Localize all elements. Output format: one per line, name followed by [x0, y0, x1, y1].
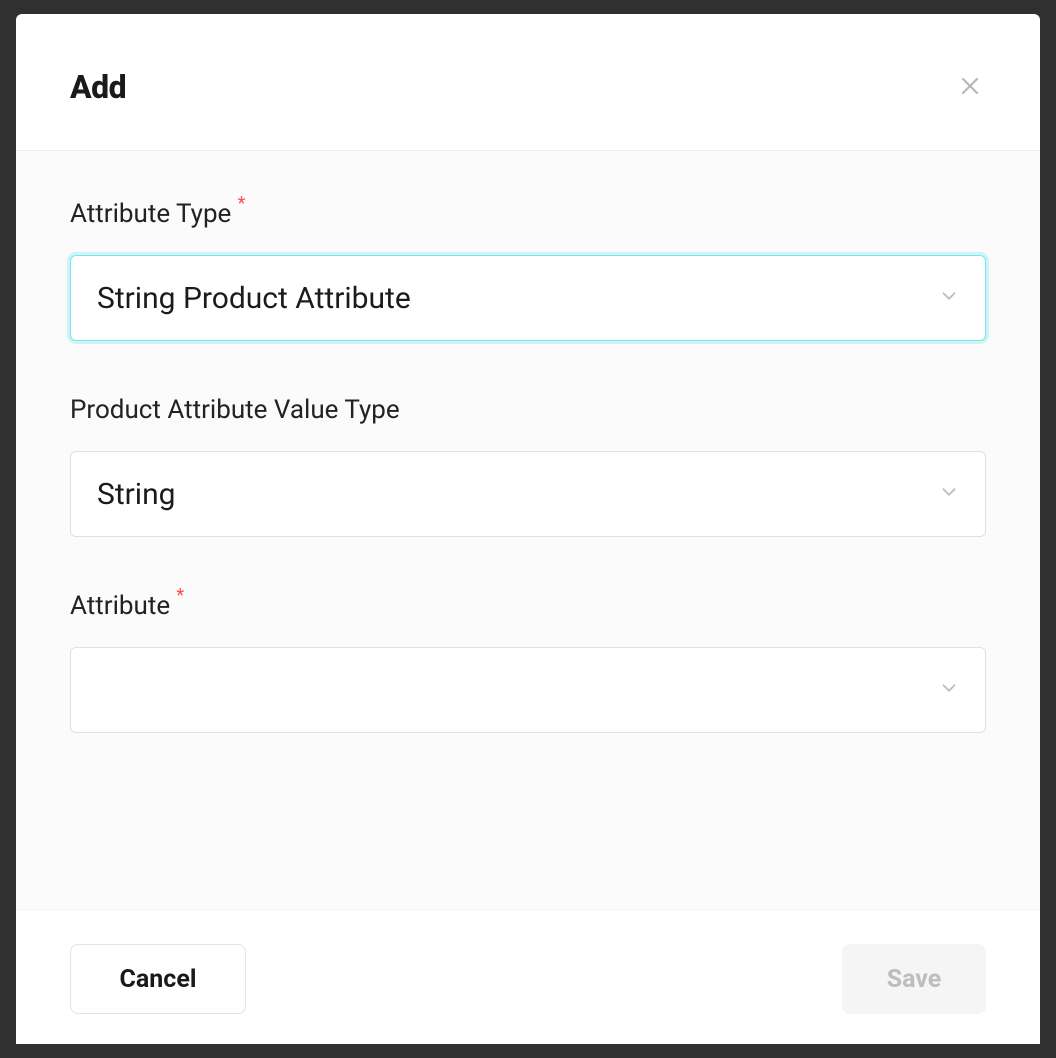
attribute-type-select-wrapper: String Product Attribute [70, 255, 986, 341]
modal-header: Add [16, 14, 1040, 151]
attribute-type-group: Attribute Type * String Product Attribut… [70, 199, 986, 341]
save-button[interactable]: Save [842, 944, 986, 1014]
attribute-type-label-text: Attribute Type [70, 199, 231, 229]
attribute-label: Attribute * [70, 591, 170, 621]
value-type-select-wrapper: String [70, 451, 986, 537]
value-type-label: Product Attribute Value Type [70, 395, 400, 425]
add-modal: Add Attribute Type * String Product Attr… [16, 14, 1040, 1044]
attribute-type-value: String Product Attribute [97, 281, 411, 316]
attribute-select-wrapper [70, 647, 986, 733]
attribute-type-label: Attribute Type * [70, 199, 231, 229]
required-asterisk: * [176, 585, 184, 606]
cancel-button[interactable]: Cancel [70, 944, 246, 1014]
attribute-group: Attribute * [70, 591, 986, 733]
attribute-label-text: Attribute [70, 591, 170, 621]
close-button[interactable] [954, 70, 986, 105]
modal-title: Add [70, 68, 126, 106]
attribute-type-select[interactable]: String Product Attribute [70, 255, 986, 341]
modal-footer: Cancel Save [16, 909, 1040, 1044]
value-type-select[interactable]: String [70, 451, 986, 537]
required-asterisk: * [238, 193, 246, 214]
value-type-value: String [97, 477, 176, 512]
modal-body: Attribute Type * String Product Attribut… [16, 151, 1040, 909]
close-icon [958, 74, 982, 101]
value-type-label-text: Product Attribute Value Type [70, 395, 400, 425]
value-type-group: Product Attribute Value Type String [70, 395, 986, 537]
attribute-select[interactable] [70, 647, 986, 733]
